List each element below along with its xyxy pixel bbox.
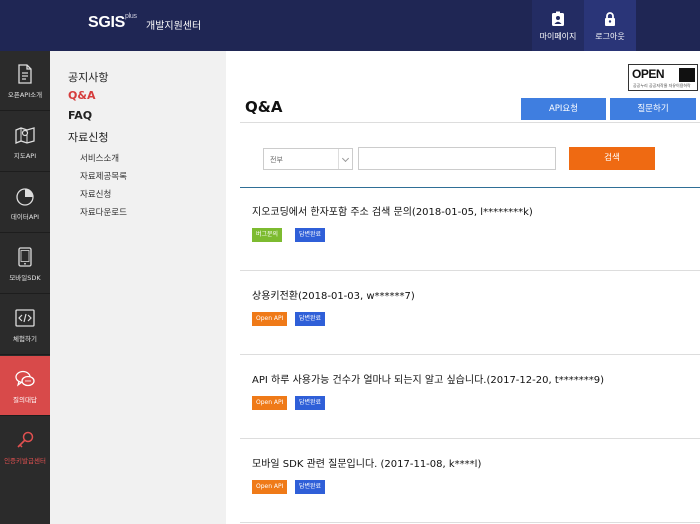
mypage-label: 마이페이지 — [539, 32, 577, 41]
key-icon — [17, 431, 34, 448]
nav-openapi-intro[interactable]: 오픈API소개 — [0, 51, 50, 111]
top-header: SGISplus 개발지원센터 마이페이지 로그아웃 — [0, 0, 700, 51]
subnav-qa[interactable]: Q&A — [68, 89, 95, 102]
chevron-down-icon — [338, 149, 352, 169]
subnav-faq[interactable]: FAQ — [68, 109, 92, 122]
document-icon — [18, 64, 32, 84]
page-title: Q&A — [245, 98, 283, 116]
ask-question-button[interactable]: 질문하기 — [610, 98, 696, 120]
status-badge: 답변완료 — [295, 228, 326, 242]
nav-label: 오픈API소개 — [7, 91, 43, 99]
search-button[interactable]: 검색 — [569, 147, 655, 170]
nav-auth-key-center[interactable]: 인증키발급센터 — [0, 417, 50, 477]
nav-label: 인증키발급센터 — [4, 457, 46, 465]
nav-data-api[interactable]: 데이터API — [0, 173, 50, 233]
chat-bubbles-icon — [15, 370, 35, 387]
person-icon — [679, 68, 695, 82]
mypage-button[interactable]: 마이페이지 — [532, 0, 584, 51]
question-title[interactable]: 상용키전환(2018-01-03, w******7) — [252, 287, 415, 302]
subnav-notice[interactable]: 공지사항 — [68, 69, 108, 85]
sub-navigation: 공지사항 Q&A FAQ 자료신청 서비스소개 자료제공목록 자료신청 자료다운… — [50, 51, 226, 524]
category-tag: Open API — [252, 480, 288, 494]
nav-qa[interactable]: 질의대답 — [0, 356, 50, 416]
qa-list-item[interactable]: 지오코딩에서 한자포함 주소 검색 문의(2018-01-05, l******… — [240, 188, 700, 271]
subnav-data-request[interactable]: 자료신청 — [68, 129, 108, 145]
main-content: OPEN 공공누리 공공저작물 자유이용허락 Q&A API요청 질문하기 전부… — [226, 51, 700, 524]
kogl-open-badge: OPEN 공공누리 공공저작물 자유이용허락 — [628, 64, 698, 91]
category-tag: 버그문의 — [252, 228, 283, 242]
subnav-service-intro[interactable]: 서비스소개 — [80, 152, 119, 164]
nav-label: 데이터API — [10, 213, 40, 221]
user-card-icon — [552, 11, 564, 26]
category-tag: Open API — [252, 396, 288, 410]
map-icon — [15, 127, 35, 144]
category-select[interactable]: 전부 — [263, 148, 353, 170]
nav-try-it[interactable]: 체험하기 — [0, 295, 50, 355]
subnav-data-download[interactable]: 자료다운로드 — [80, 206, 127, 218]
category-tag: Open API — [252, 312, 288, 326]
nav-label: 질의대답 — [13, 396, 37, 404]
site-subtitle: 개발지원센터 — [146, 21, 202, 32]
nav-mobile-sdk[interactable]: 모바일SDK — [0, 234, 50, 294]
tablet-icon — [18, 247, 32, 267]
qa-list-item[interactable]: 모바일 SDK 관련 질문입니다. (2017-11-08, k****l) O… — [240, 440, 700, 523]
question-title[interactable]: 지오코딩에서 한자포함 주소 검색 문의(2018-01-05, l******… — [252, 203, 533, 218]
question-title[interactable]: API 하루 사용가능 건수가 얼마나 되는지 알고 싶습니다.(2017-12… — [252, 371, 604, 386]
nav-label: 모바일SDK — [9, 274, 41, 282]
nav-map-api[interactable]: 지도API — [0, 112, 50, 172]
qa-list-item[interactable]: API 하루 사용가능 건수가 얼마나 되는지 알고 싶습니다.(2017-12… — [240, 356, 700, 439]
subnav-data-apply[interactable]: 자료신청 — [80, 188, 111, 200]
lock-icon — [605, 12, 615, 26]
status-badge: 답변완료 — [295, 312, 326, 326]
subnav-data-list[interactable]: 자료제공목록 — [80, 170, 127, 182]
code-icon — [15, 309, 35, 327]
pie-chart-icon — [16, 188, 34, 206]
api-request-button[interactable]: API요청 — [521, 98, 606, 120]
question-title[interactable]: 모바일 SDK 관련 질문입니다. (2017-11-08, k****l) — [252, 455, 481, 470]
search-input[interactable] — [358, 147, 556, 170]
status-badge: 답변완료 — [295, 480, 326, 494]
nav-label: 체험하기 — [13, 335, 37, 343]
logout-label: 로그아웃 — [595, 32, 625, 41]
left-icon-bar: 오픈API소개 지도API 데이터API 모바일SDK 체험하기 질의대답 인증… — [0, 51, 50, 524]
divider — [240, 122, 700, 123]
logout-button[interactable]: 로그아웃 — [584, 0, 636, 51]
sgis-logo[interactable]: SGISplus — [88, 13, 137, 32]
qa-list-item[interactable]: 상용키전환(2018-01-03, w******7) Open API 답변완… — [240, 272, 700, 355]
status-badge: 답변완료 — [295, 396, 326, 410]
nav-label: 지도API — [13, 152, 37, 160]
